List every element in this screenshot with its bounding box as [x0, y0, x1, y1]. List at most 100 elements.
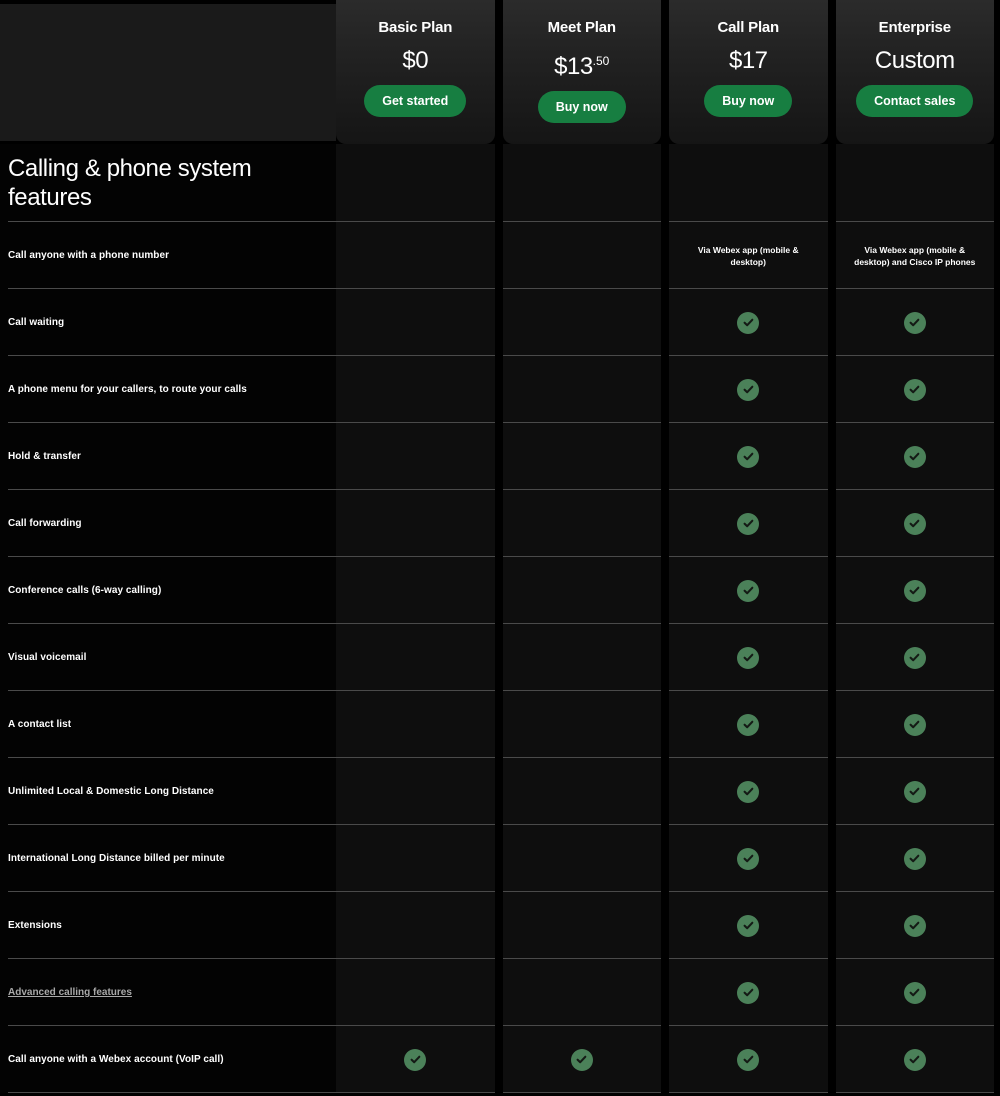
- plan-value-cell: [502, 825, 661, 892]
- section-heading-cell: Calling & phone system features: [0, 144, 336, 222]
- pricing-comparison-page: Basic Plan $0 Get started Meet Plan $13.50 Bu…: [0, 0, 1000, 1096]
- table-row: Call forwarding: [0, 490, 1000, 557]
- plan-value-cell: [669, 892, 828, 959]
- check-circle-icon: [903, 981, 926, 1004]
- plan-value-cell: Via Webex app (mobile & desktop): [669, 222, 828, 289]
- feature-label: Conference calls (6-way calling): [8, 585, 162, 596]
- plan-value-cell: [336, 490, 495, 557]
- feature-label-cell: Unlimited Local & Domestic Long Distance: [0, 758, 336, 825]
- check-circle-icon: [903, 847, 926, 870]
- plan-value-cell: [336, 825, 495, 892]
- section-heading-title: Calling & phone system features: [8, 155, 252, 211]
- plan-cta-button[interactable]: Buy now: [704, 85, 793, 117]
- plan-cta-button[interactable]: Buy now: [537, 91, 626, 123]
- check-circle-icon: [737, 780, 760, 803]
- plan-price-amount: $0: [402, 47, 429, 74]
- plan-value-cell: [336, 624, 495, 691]
- plan-value-cell: [835, 356, 994, 423]
- plan-card: Basic Plan $0 Get started: [336, 0, 495, 144]
- check-circle-icon: [737, 914, 760, 937]
- feature-label-cell: International Long Distance billed per m…: [0, 825, 336, 892]
- check-circle-icon: [737, 311, 760, 334]
- plan-value-cell: [669, 289, 828, 356]
- plan-value-cell: [502, 289, 661, 356]
- plan-cta-button[interactable]: Contact sales: [856, 85, 974, 117]
- plan-price: Custom: [875, 46, 955, 76]
- plan-value-cell: [336, 691, 495, 758]
- plan-cta-button[interactable]: Get started: [364, 85, 467, 117]
- check-circle-icon: [903, 914, 926, 937]
- plan-name: Call Plan: [717, 19, 780, 36]
- table-row: Call anyone with a phone number Via Webex…: [0, 222, 1000, 289]
- check-circle-icon: [903, 512, 926, 535]
- plan-value-cell: [336, 892, 495, 959]
- table-row: Unlimited Local & Domestic Long Distance: [0, 758, 1000, 825]
- plan-price-amount: Custom: [874, 47, 955, 74]
- plan-price-amount: $13: [554, 53, 593, 80]
- row-divider: [835, 1092, 994, 1093]
- plan-value-cell: [669, 758, 828, 825]
- plan-value-cell: [835, 1026, 994, 1093]
- row-divider: [336, 1092, 495, 1093]
- plan-value-cell: [835, 490, 994, 557]
- plan-name: Basic Plan: [378, 19, 453, 36]
- feature-label-cell: Call anyone with a Webex account (VoIP c…: [0, 1026, 336, 1093]
- plan-price: $13.50: [554, 46, 609, 82]
- table-row: Hold & transfer: [0, 423, 1000, 490]
- plan-value-cell: [502, 691, 661, 758]
- plan-name: Meet Plan: [547, 19, 616, 36]
- check-circle-icon: [404, 1048, 427, 1071]
- feature-label-cell: Conference calls (6-way calling): [0, 557, 336, 624]
- table-row: Conference calls (6-way calling): [0, 557, 1000, 624]
- plan-card: Enterprise Custom Contact sales: [835, 0, 994, 144]
- feature-label: Extensions: [8, 920, 62, 931]
- plan-value-cell: [835, 144, 994, 222]
- feature-label: A contact list: [8, 719, 72, 730]
- plan-value-cell: [502, 144, 661, 222]
- plan-price: $0: [402, 46, 428, 76]
- plan-card: Meet Plan $13.50 Buy now: [502, 0, 661, 144]
- plan-card: Call Plan $17 Buy now: [669, 0, 828, 144]
- plan-value-cell: [835, 758, 994, 825]
- table-row: International Long Distance billed per m…: [0, 825, 1000, 892]
- plan-value-cell: [502, 959, 661, 1026]
- row-divider: [502, 1092, 661, 1093]
- feature-comparison-table: Calling & phone system features Call anyo…: [0, 144, 1000, 1093]
- check-circle-icon: [737, 378, 760, 401]
- feature-label-cell: A contact list: [0, 691, 336, 758]
- plan-value-cell: [502, 490, 661, 557]
- table-row: Advanced calling features: [0, 959, 1000, 1026]
- feature-label: Visual voicemail: [8, 652, 87, 663]
- check-circle-icon: [737, 579, 760, 602]
- plan-value-cell: [669, 959, 828, 1026]
- plan-value-cell: [669, 423, 828, 490]
- plan-name: Enterprise: [878, 19, 951, 36]
- row-divider: [8, 1092, 336, 1093]
- row-divider: [669, 1092, 828, 1093]
- feature-label: Call anyone with a Webex account (VoIP c…: [8, 1054, 224, 1065]
- plan-value-cell: [669, 624, 828, 691]
- plan-value-cell: [835, 624, 994, 691]
- plan-value-cell: [669, 691, 828, 758]
- check-circle-icon: [737, 445, 760, 468]
- table-row: Extensions: [0, 892, 1000, 959]
- feature-label-cell: A phone menu for your callers, to route …: [0, 356, 336, 423]
- plan-value-cell: [669, 356, 828, 423]
- table-row: Call anyone with a Webex account (VoIP c…: [0, 1026, 1000, 1093]
- feature-label: Call waiting: [8, 317, 65, 328]
- plan-value-cell: [502, 624, 661, 691]
- feature-label-link[interactable]: Advanced calling features: [8, 986, 132, 999]
- section-heading-row: Calling & phone system features: [0, 144, 1000, 222]
- check-circle-icon: [737, 713, 760, 736]
- feature-label: International Long Distance billed per m…: [8, 853, 225, 864]
- plan-value-cell: [835, 825, 994, 892]
- plan-value-cell: Via Webex app (mobile & desktop) and Cis…: [835, 222, 994, 289]
- plan-value-cell: [835, 892, 994, 959]
- plan-value-cell: [835, 423, 994, 490]
- feature-label-cell: Visual voicemail: [0, 624, 336, 691]
- table-row: A phone menu for your callers, to route …: [0, 356, 1000, 423]
- table-row: Visual voicemail: [0, 624, 1000, 691]
- plan-value-cell: [502, 423, 661, 490]
- plan-value-cell: [835, 959, 994, 1026]
- plan-price: $17: [729, 46, 768, 76]
